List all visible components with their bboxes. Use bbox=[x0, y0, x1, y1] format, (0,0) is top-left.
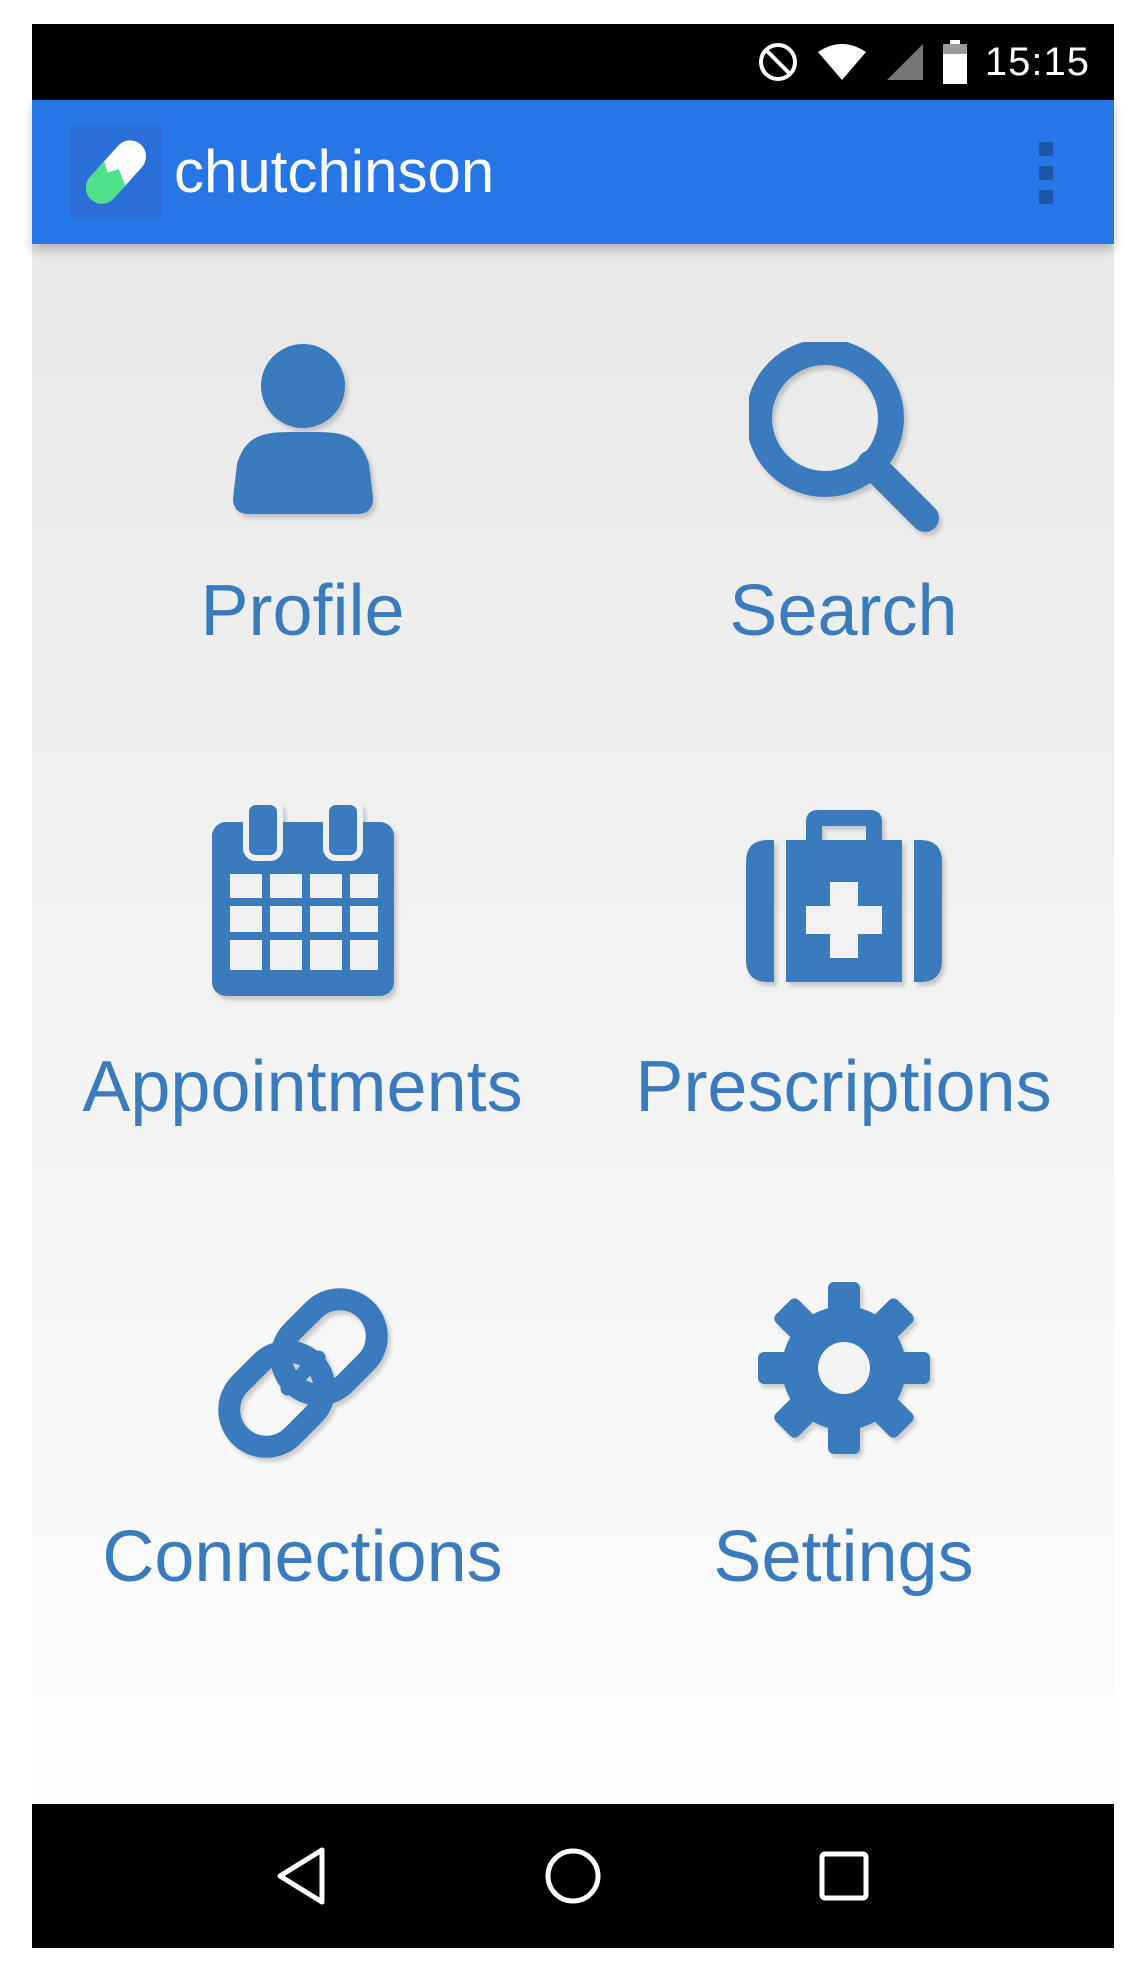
tile-prescriptions-label: Prescriptions bbox=[635, 1047, 1052, 1127]
recents-icon[interactable] bbox=[802, 1834, 886, 1918]
status-bar: 15:15 bbox=[32, 24, 1114, 100]
cell-signal-icon bbox=[885, 42, 925, 82]
system-nav-bar bbox=[32, 1804, 1114, 1948]
dashboard-grid: Profile Search Appointments Prescription… bbox=[32, 244, 1114, 1828]
tile-settings[interactable]: Settings bbox=[573, 1282, 1114, 1764]
tile-appointments-label: Appointments bbox=[82, 1047, 523, 1127]
overflow-menu-icon[interactable] bbox=[1034, 140, 1058, 206]
search-icon bbox=[748, 342, 939, 532]
app-bar: chutchinson bbox=[32, 100, 1114, 244]
home-icon[interactable] bbox=[531, 1834, 615, 1918]
tile-profile[interactable]: Profile bbox=[32, 344, 573, 804]
tile-appointments[interactable]: Appointments bbox=[32, 802, 573, 1284]
gear-icon bbox=[757, 1282, 930, 1454]
tile-connections-label: Connections bbox=[102, 1517, 503, 1597]
do-not-disturb-icon bbox=[757, 41, 799, 83]
tile-settings-label: Settings bbox=[713, 1517, 974, 1597]
person-icon bbox=[232, 344, 373, 514]
link-icon bbox=[217, 1288, 388, 1458]
back-icon[interactable] bbox=[260, 1834, 344, 1918]
phone-screen: 15:15 chutchinson Profile Search Appoint… bbox=[32, 24, 1114, 1948]
tile-profile-label: Profile bbox=[200, 571, 405, 651]
medical-kit-icon bbox=[745, 810, 942, 982]
status-clock: 15:15 bbox=[984, 39, 1090, 84]
tile-connections[interactable]: Connections bbox=[32, 1288, 573, 1764]
battery-icon bbox=[942, 40, 967, 84]
calendar-icon bbox=[211, 802, 394, 996]
tile-prescriptions[interactable]: Prescriptions bbox=[573, 810, 1114, 1284]
app-title: chutchinson bbox=[174, 138, 495, 205]
wifi-icon bbox=[817, 42, 867, 82]
tile-search[interactable]: Search bbox=[573, 342, 1114, 804]
tile-search-label: Search bbox=[729, 571, 958, 651]
pill-logo-icon bbox=[70, 126, 162, 218]
status-icons: 15:15 bbox=[757, 24, 1090, 100]
